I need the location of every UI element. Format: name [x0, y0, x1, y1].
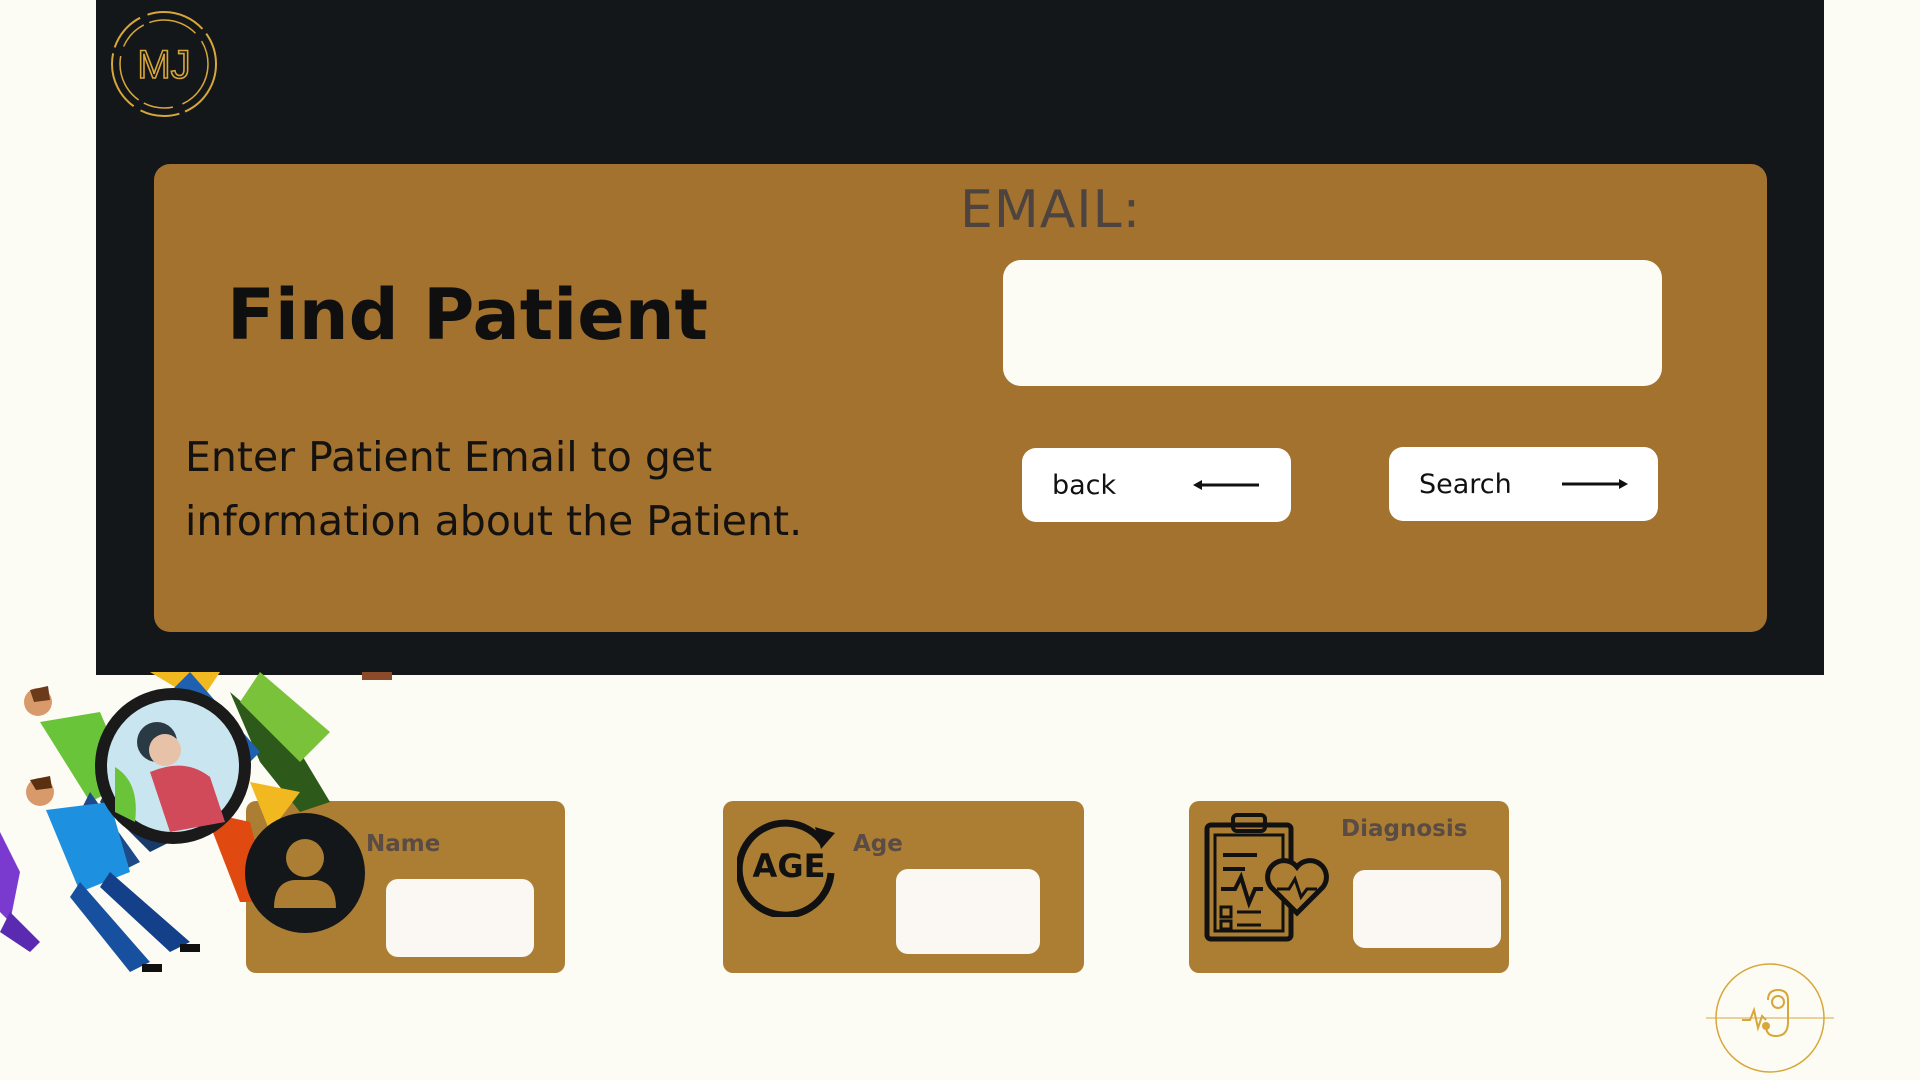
email-input[interactable]	[1003, 260, 1662, 386]
page-description: Enter Patient Email to get information a…	[185, 433, 803, 545]
magnifier-icon	[95, 688, 251, 844]
age-value-field	[896, 869, 1040, 954]
age-cycle-icon: AGE	[737, 819, 835, 917]
person-figure-icon	[0, 832, 40, 952]
arrow-right-icon	[1560, 477, 1628, 491]
stethoscope-heartbeat-logo	[1706, 963, 1834, 1073]
email-label: EMAIL:	[960, 180, 1142, 240]
age-label: Age	[853, 831, 903, 857]
search-button[interactable]: Search	[1389, 447, 1658, 521]
page-title: Find Patient	[227, 274, 709, 356]
mj-logo-icon: MJ	[111, 11, 217, 117]
diagnosis-card: Diagnosis	[1189, 801, 1509, 973]
back-button[interactable]: back	[1022, 448, 1291, 522]
diagnosis-label: Diagnosis	[1341, 816, 1468, 842]
logo-text: MJ	[137, 43, 190, 87]
diagnosis-value-field	[1353, 870, 1501, 948]
arrow-left-icon	[1193, 478, 1261, 492]
user-icon	[245, 813, 365, 933]
clipboard-heart-icon	[1204, 813, 1329, 942]
age-icon-text: AGE	[753, 847, 826, 885]
back-button-label: back	[1052, 469, 1117, 501]
search-button-label: Search	[1419, 468, 1512, 500]
age-card: AGE Age	[723, 801, 1084, 973]
